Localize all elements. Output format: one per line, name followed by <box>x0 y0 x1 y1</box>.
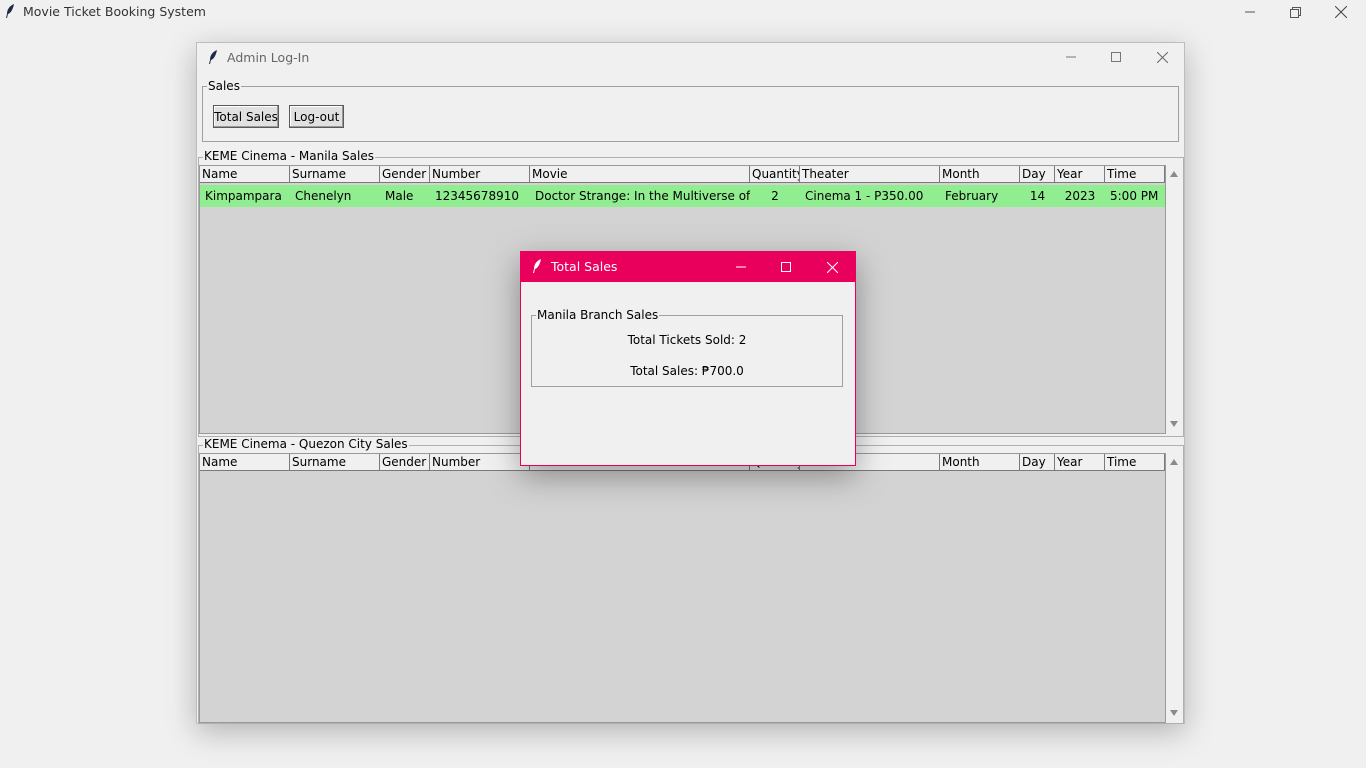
cell-year: 2023 <box>1064 189 1096 203</box>
maximize-icon <box>1111 52 1121 62</box>
feather-icon <box>5 4 15 18</box>
col-day[interactable]: Day <box>1020 454 1055 470</box>
col-quantity[interactable]: Quantity <box>750 166 800 182</box>
sales-group <box>202 86 1179 142</box>
admin-window-title: Admin Log-In <box>227 50 310 65</box>
col-month[interactable]: Month <box>940 166 1020 182</box>
col-year[interactable]: Year <box>1055 454 1105 470</box>
quezon-scrollbar[interactable] <box>1166 453 1183 721</box>
manila-table-header: Name Surname Gender Number Movie Quantit… <box>200 166 1165 183</box>
total-sales-dialog: Total Sales Manila Branch Sales Total Ti… <box>520 251 856 466</box>
total-tickets-sold: Total Tickets Sold: 2 <box>627 333 747 347</box>
main-window-titlebar: Movie Ticket Booking System <box>0 0 1366 24</box>
col-name[interactable]: Name <box>200 454 290 470</box>
main-minimize-button[interactable] <box>1227 0 1273 24</box>
feather-icon <box>532 259 542 273</box>
col-time[interactable]: Time <box>1105 166 1165 182</box>
cell-day: 14 <box>1029 189 1046 203</box>
main-window-title: Movie Ticket Booking System <box>23 4 206 19</box>
restore-icon <box>1289 6 1301 18</box>
cell-month: February <box>945 189 999 203</box>
manila-scrollbar[interactable] <box>1166 165 1183 432</box>
scroll-up-icon[interactable] <box>1170 171 1178 177</box>
cell-movie: Doctor Strange: In the Multiverse of Mac <box>535 189 750 203</box>
manila-branch-sales-label: Manila Branch Sales <box>536 308 660 322</box>
cell-quantity: 2 <box>771 189 779 203</box>
col-surname[interactable]: Surname <box>290 454 380 470</box>
scroll-up-icon[interactable] <box>1170 459 1178 465</box>
dialog-titlebar: Total Sales <box>521 252 855 282</box>
minimize-icon <box>1066 52 1076 62</box>
close-icon <box>1156 51 1168 63</box>
close-icon <box>1335 6 1347 18</box>
dialog-maximize-button[interactable] <box>763 255 809 279</box>
col-surname[interactable]: Surname <box>290 166 380 182</box>
scroll-down-icon[interactable] <box>1170 421 1178 427</box>
col-movie[interactable]: Movie <box>530 166 750 182</box>
table-row[interactable]: Kimpampara Chenelyn Male 12345678910 Doc… <box>200 185 1165 207</box>
feather-icon <box>208 50 218 64</box>
quezon-sales-label: KEME Cinema - Quezon City Sales <box>203 437 409 451</box>
main-close-button[interactable] <box>1318 0 1364 24</box>
admin-maximize-button[interactable] <box>1093 45 1139 69</box>
cell-gender: Male <box>385 189 414 203</box>
col-month[interactable]: Month <box>940 454 1020 470</box>
quezon-sales-table[interactable]: Name Surname Gender Number Movie Quantit… <box>199 453 1166 723</box>
col-time[interactable]: Time <box>1105 454 1165 470</box>
admin-window-titlebar: Admin Log-In <box>197 43 1184 73</box>
main-restore-button[interactable] <box>1272 0 1318 24</box>
cell-time: 5:00 PM <box>1110 189 1159 203</box>
minimize-icon <box>1245 7 1255 17</box>
col-gender[interactable]: Gender <box>380 454 430 470</box>
col-gender[interactable]: Gender <box>380 166 430 182</box>
minimize-icon <box>736 262 746 272</box>
dialog-minimize-button[interactable] <box>718 255 764 279</box>
dialog-close-button[interactable] <box>809 255 855 279</box>
cell-number: 12345678910 <box>435 189 519 203</box>
cell-surname: Chenelyn <box>295 189 352 203</box>
total-sales-amount: Total Sales: ₱700.0 <box>630 364 744 378</box>
close-icon <box>826 261 838 273</box>
admin-minimize-button[interactable] <box>1048 45 1094 69</box>
maximize-icon <box>781 262 791 272</box>
col-number[interactable]: Number <box>430 454 530 470</box>
col-theater[interactable]: Theater <box>800 166 940 182</box>
admin-close-button[interactable] <box>1139 45 1185 69</box>
col-name[interactable]: Name <box>200 166 290 182</box>
col-year[interactable]: Year <box>1055 166 1105 182</box>
logout-button[interactable]: Log-out <box>289 105 344 128</box>
total-sales-button[interactable]: Total Sales <box>213 105 279 128</box>
col-number[interactable]: Number <box>430 166 530 182</box>
cell-name: Kimpampara <box>205 189 282 203</box>
dialog-title: Total Sales <box>551 259 618 274</box>
scroll-down-icon[interactable] <box>1170 710 1178 716</box>
manila-sales-label: KEME Cinema - Manila Sales <box>203 149 375 163</box>
sales-group-label: Sales <box>207 79 241 93</box>
cell-theater: Cinema 1 - P350.00 <box>805 189 924 203</box>
col-day[interactable]: Day <box>1020 166 1055 182</box>
